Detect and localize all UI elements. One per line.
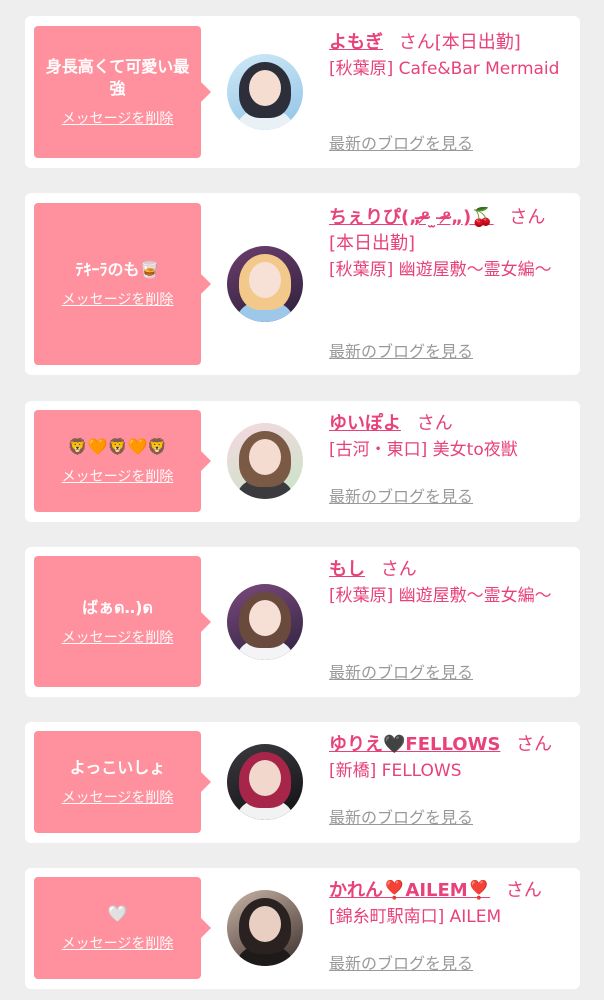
message-card: 🤍 メッセージを削除 かれん❣️AILEM❣️ さん [錦糸町駅南口] AILE… — [25, 868, 580, 989]
shop-name: [古河・東口] 美女to夜獣 — [329, 440, 518, 460]
message-text: 身長高くて可愛い最強 — [45, 57, 190, 98]
message-bubble: ﾃｷｰﾗのも🥃 メッセージを削除 — [34, 203, 211, 365]
delete-message-link[interactable]: メッセージを削除 — [62, 789, 174, 807]
latest-blog-link[interactable]: 最新のブログを見る — [329, 342, 473, 362]
honorific: さん — [380, 559, 417, 580]
avatar-face — [249, 760, 281, 796]
latest-blog-link[interactable]: 最新のブログを見る — [329, 954, 473, 974]
avatar[interactable] — [227, 423, 303, 499]
honorific: さん — [516, 734, 553, 755]
avatar[interactable] — [227, 246, 303, 322]
latest-blog-link[interactable]: 最新のブログを見る — [329, 134, 473, 154]
message-bubble: 🦁🧡🦁🧡🦁 メッセージを削除 — [34, 410, 211, 512]
avatar[interactable] — [227, 584, 303, 660]
honorific: さん — [505, 880, 542, 901]
avatar[interactable] — [227, 54, 303, 130]
avatar-face — [249, 906, 281, 942]
message-bubble: 身長高くて可愛い最強 メッセージを削除 — [34, 26, 211, 158]
delete-message-link[interactable]: メッセージを削除 — [62, 468, 174, 486]
girl-name-link[interactable]: ちぇりぴ(„ᵒ̴̶̷ ̫ ᵒ̴̶̷„)🍒 — [329, 207, 494, 228]
message-text: 🦁🧡🦁🧡🦁 — [67, 437, 168, 456]
honorific: さん — [416, 413, 453, 434]
message-bubble: 🤍 メッセージを削除 — [34, 877, 211, 979]
message-bubble: よっこいしょ メッセージを削除 — [34, 731, 211, 833]
girl-name-link[interactable]: かれん❣️AILEM❣️ — [329, 880, 490, 901]
girl-name-link[interactable]: ゆりえ🖤FELLOWS — [329, 734, 500, 755]
message-card: ばぁด‥)ด メッセージを削除 もし さん [秋葉原] 幽遊屋敷〜霊女編〜 最新… — [25, 547, 580, 697]
avatar[interactable] — [227, 744, 303, 820]
latest-blog-link[interactable]: 最新のブログを見る — [329, 487, 473, 507]
avatar-face — [249, 439, 281, 475]
latest-blog-link[interactable]: 最新のブログを見る — [329, 808, 473, 828]
status-badge: [本日出勤] — [329, 233, 416, 254]
shop-name: [新橋] FELLOWS — [329, 761, 462, 781]
avatar-face — [249, 70, 281, 106]
shop-name: [錦糸町駅南口] AILEM — [329, 907, 502, 927]
girl-info: ゆいぽよ さん [古河・東口] 美女to夜獣 — [329, 411, 569, 463]
shop-name: [秋葉原] 幽遊屋敷〜霊女編〜 — [329, 586, 552, 606]
girl-info: ちぇりぴ(„ᵒ̴̶̷ ̫ ᵒ̴̶̷„)🍒 さん [本日出勤] [秋葉原] 幽遊屋敷… — [329, 205, 569, 283]
girl-name-link[interactable]: よもぎ — [329, 32, 383, 53]
message-text: 🤍 — [107, 904, 128, 923]
message-text: ﾃｷｰﾗのも🥃 — [75, 260, 160, 279]
avatar[interactable] — [227, 890, 303, 966]
message-card: 身長高くて可愛い最強 メッセージを削除 よもぎ さん[本日出勤] [秋葉原] C… — [25, 16, 580, 168]
delete-message-link[interactable]: メッセージを削除 — [62, 110, 174, 128]
message-bubble: ばぁด‥)ด メッセージを削除 — [34, 556, 211, 687]
girl-info: ゆりえ🖤FELLOWS さん [新橋] FELLOWS — [329, 732, 569, 784]
honorific: さん — [398, 32, 435, 53]
honorific: さん — [509, 207, 546, 228]
message-text: よっこいしょ — [69, 758, 166, 777]
latest-blog-link[interactable]: 最新のブログを見る — [329, 663, 473, 683]
girl-info: もし さん [秋葉原] 幽遊屋敷〜霊女編〜 — [329, 557, 569, 609]
message-card: よっこいしょ メッセージを削除 ゆりえ🖤FELLOWS さん [新橋] FELL… — [25, 722, 580, 843]
avatar-face — [249, 262, 281, 298]
shop-name: [秋葉原] 幽遊屋敷〜霊女編〜 — [329, 260, 552, 280]
status-badge: [本日出勤] — [434, 32, 521, 53]
message-text: ばぁด‥)ด — [82, 597, 153, 617]
delete-message-link[interactable]: メッセージを削除 — [62, 935, 174, 953]
girl-name-link[interactable]: もし — [329, 559, 365, 580]
message-card: ﾃｷｰﾗのも🥃 メッセージを削除 ちぇりぴ(„ᵒ̴̶̷ ̫ ᵒ̴̶̷„)🍒 さん… — [25, 193, 580, 375]
delete-message-link[interactable]: メッセージを削除 — [62, 291, 174, 309]
girl-info: かれん❣️AILEM❣️ さん [錦糸町駅南口] AILEM — [329, 878, 569, 930]
girl-name-link[interactable]: ゆいぽよ — [329, 413, 401, 434]
message-card: 🦁🧡🦁🧡🦁 メッセージを削除 ゆいぽよ さん [古河・東口] 美女to夜獣 最新… — [25, 401, 580, 522]
girl-info: よもぎ さん[本日出勤] [秋葉原] Cafe&Bar Mermaid — [329, 30, 569, 82]
delete-message-link[interactable]: メッセージを削除 — [62, 629, 174, 647]
shop-name: [秋葉原] Cafe&Bar Mermaid — [329, 59, 560, 79]
avatar-face — [249, 600, 281, 636]
